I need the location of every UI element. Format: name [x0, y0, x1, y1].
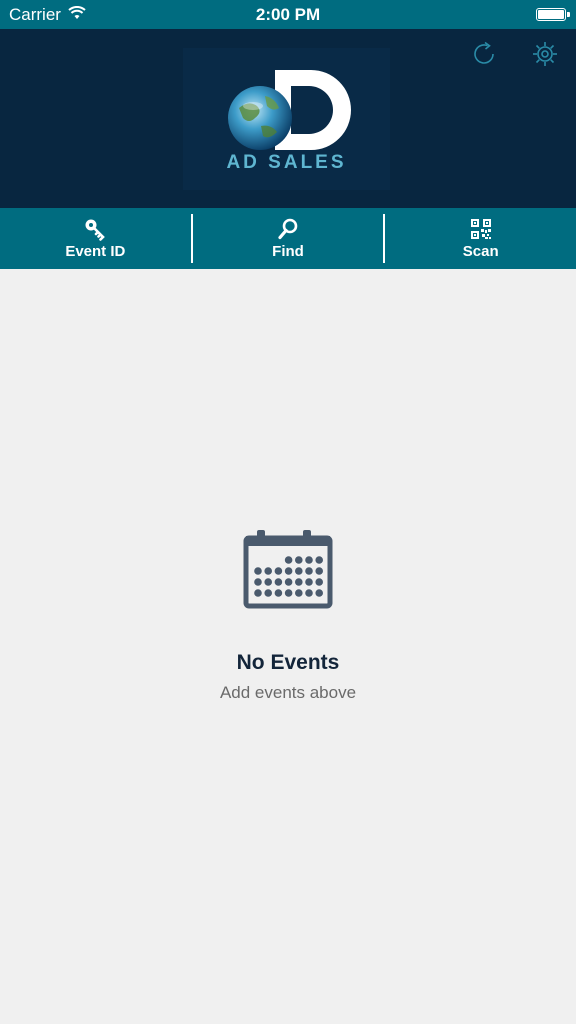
- search-icon: [278, 218, 298, 240]
- discovery-ad-sales-logo: AD SALES: [183, 48, 390, 190]
- header: AD SALES: [0, 29, 576, 208]
- scan-button[interactable]: Scan: [385, 208, 576, 269]
- logo-text: AD SALES: [226, 152, 347, 173]
- empty-state: No Events Add events above: [0, 530, 576, 703]
- event-id-label: Event ID: [65, 243, 126, 260]
- gear-icon[interactable]: [530, 39, 560, 69]
- battery-tip: [567, 12, 570, 17]
- battery-icon: [536, 8, 566, 21]
- scan-label: Scan: [462, 243, 499, 260]
- status-time: 2:00 PM: [255, 5, 321, 24]
- toolbar: Event ID Find Scan: [0, 208, 576, 269]
- calendar-icon: [243, 530, 333, 609]
- logo-graphic: [228, 70, 351, 150]
- empty-subtitle: Add events above: [219, 683, 357, 702]
- empty-title: No Events: [236, 651, 340, 674]
- find-label: Find: [272, 243, 304, 260]
- find-button[interactable]: Find: [193, 208, 384, 269]
- refresh-icon[interactable]: [469, 39, 499, 69]
- globe-icon: [228, 86, 292, 150]
- status-bar: Carrier 2:00 PM: [0, 0, 576, 29]
- key-icon: [85, 219, 106, 241]
- qr-code-icon: [470, 219, 491, 239]
- event-id-button[interactable]: Event ID: [0, 208, 191, 269]
